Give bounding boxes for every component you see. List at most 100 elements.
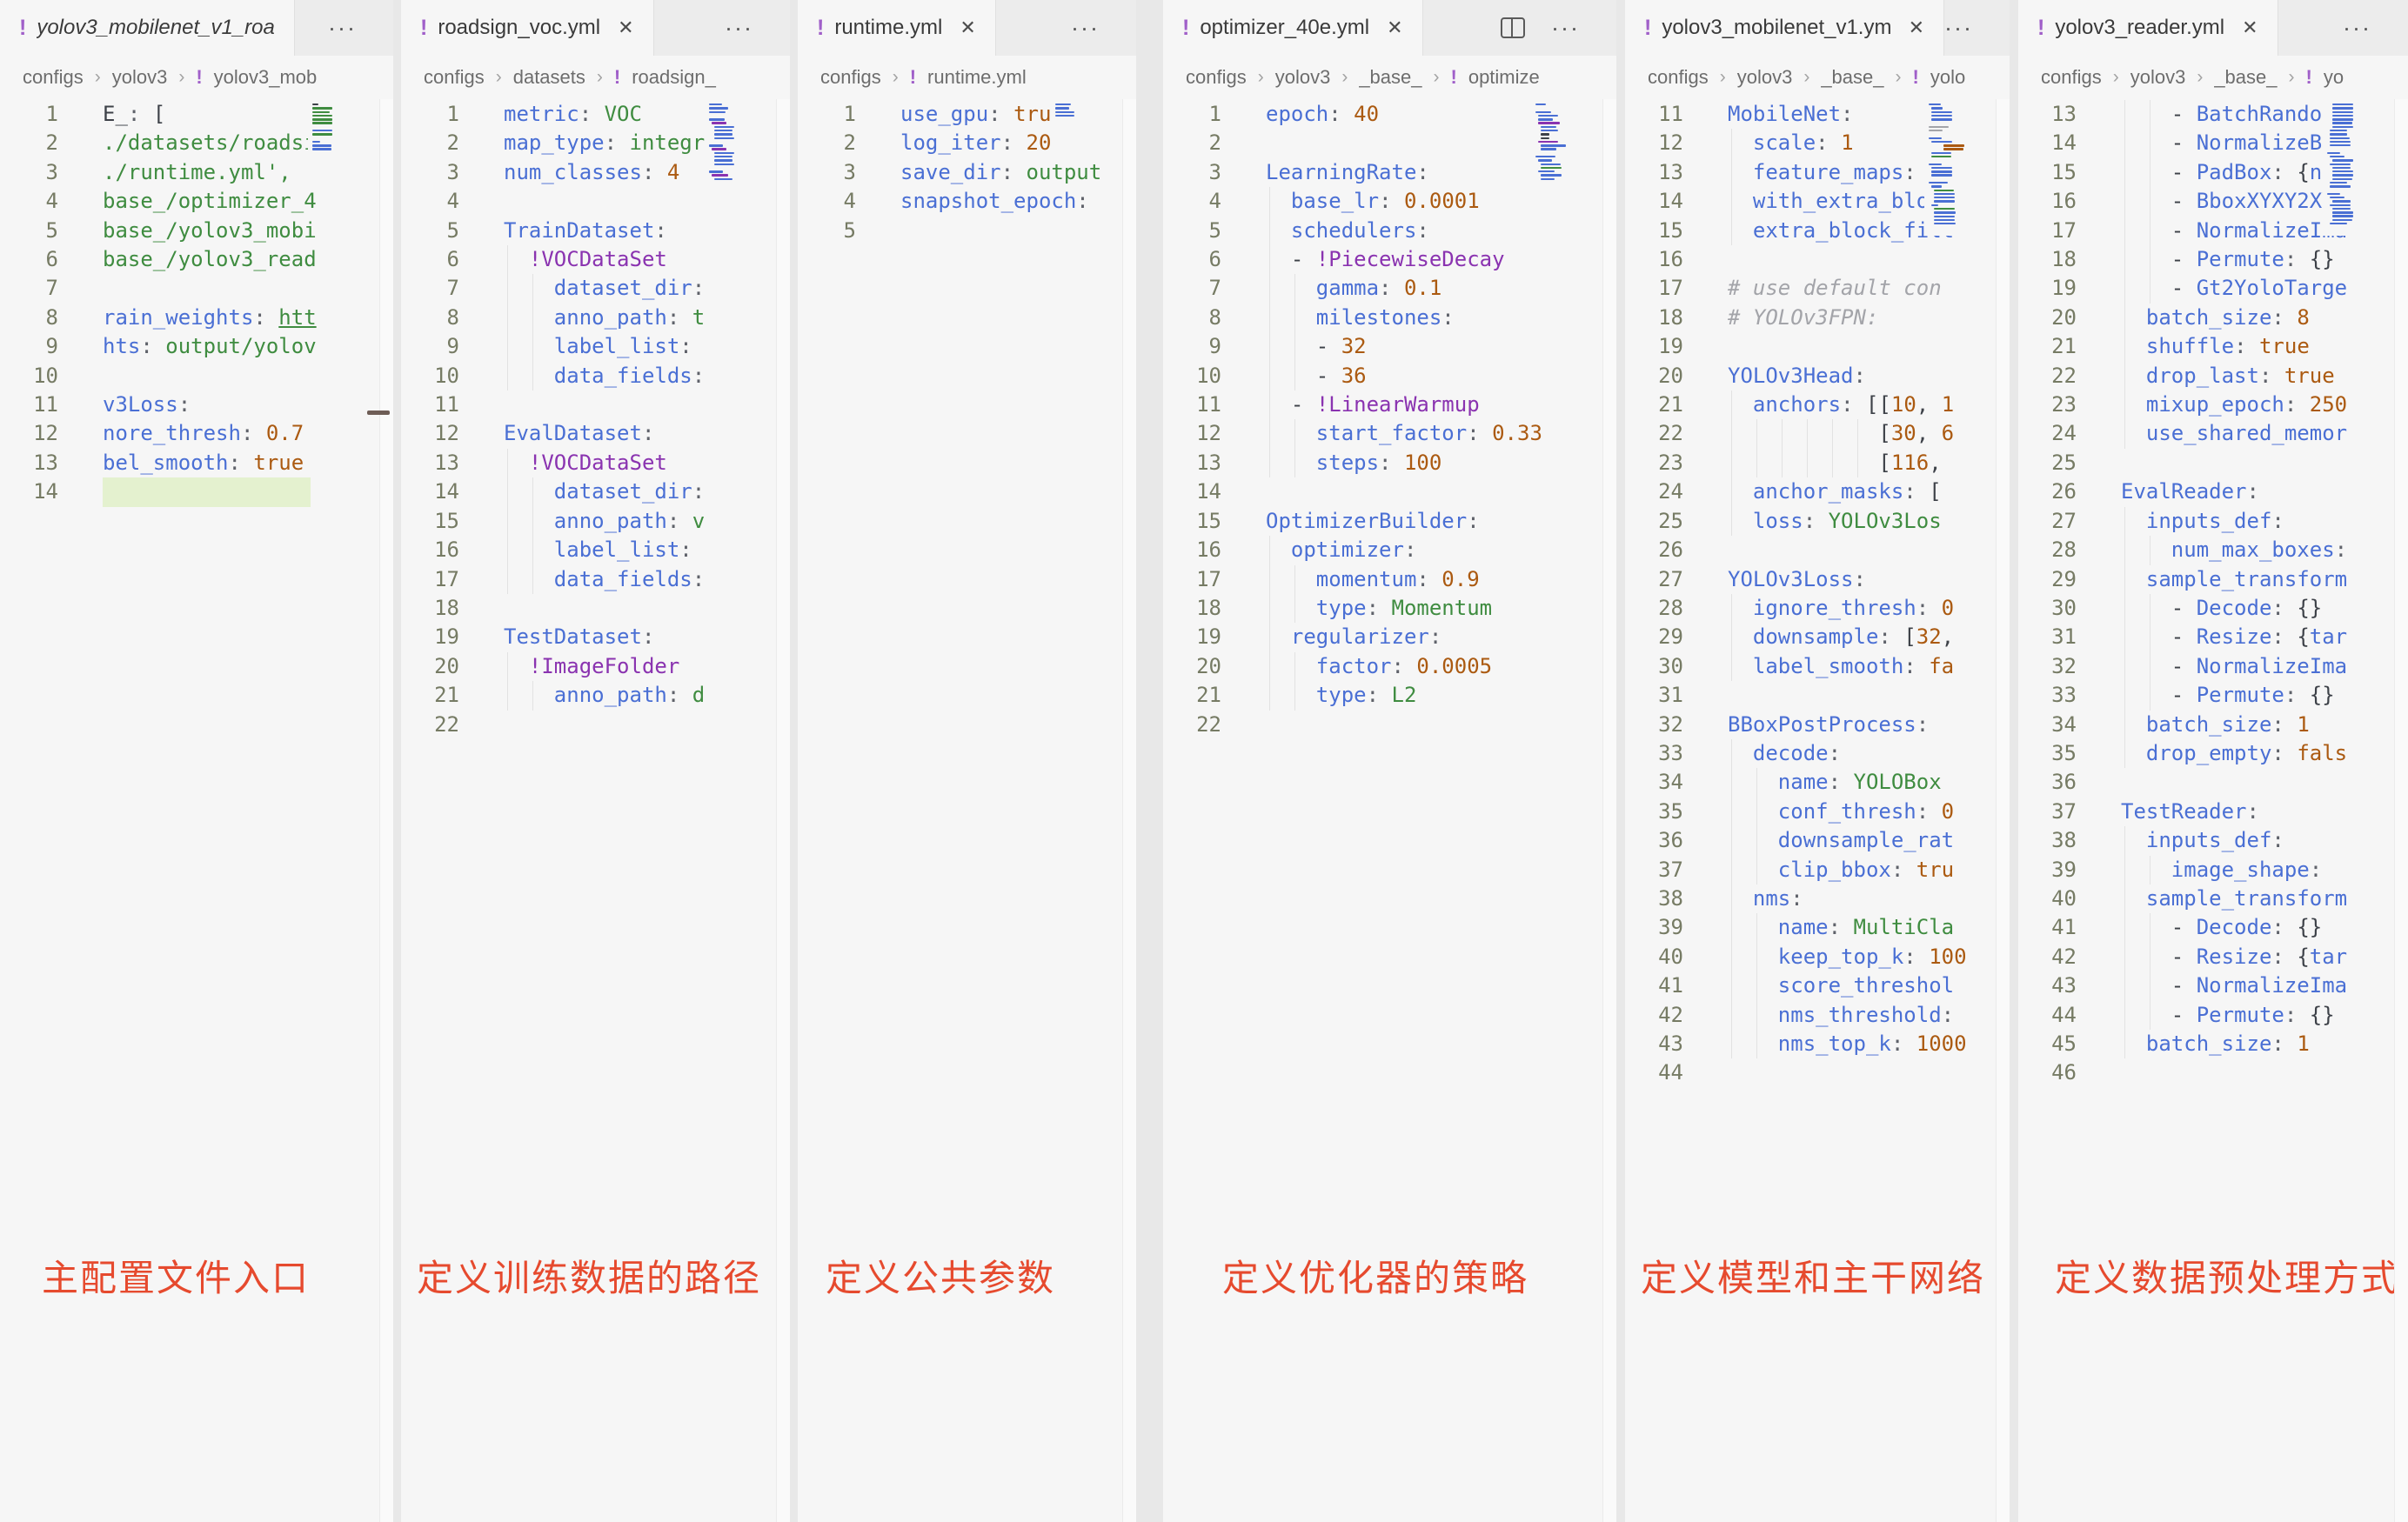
code-line[interactable]: 20YOLOv3Head:: [1625, 362, 2010, 391]
line-number[interactable]: 14: [1625, 187, 1683, 216]
code-line[interactable]: 42 nms_threshold:: [1625, 1001, 2010, 1030]
line-number[interactable]: 42: [1625, 1001, 1683, 1030]
line-number[interactable]: 36: [1625, 826, 1683, 855]
line-number[interactable]: 28: [2018, 536, 2077, 564]
scrollbar[interactable]: [2394, 99, 2408, 1522]
line-number[interactable]: 18: [1625, 304, 1683, 332]
line-number[interactable]: 6: [0, 245, 58, 274]
code-line[interactable]: 4snapshot_epoch:: [798, 187, 1136, 216]
line-number[interactable]: 5: [0, 217, 58, 245]
code-line[interactable]: 35 conf_thresh: 0: [1625, 798, 2010, 826]
scrollbar[interactable]: [1602, 99, 1616, 1522]
more-actions-icon[interactable]: ···: [1551, 15, 1580, 42]
line-number[interactable]: 3: [0, 158, 58, 187]
line-number[interactable]: 41: [1625, 971, 1683, 1000]
code-line[interactable]: 19: [1625, 332, 2010, 361]
code-line[interactable]: 29 downsample: [32,: [1625, 623, 2010, 651]
code-line[interactable]: 5: [798, 217, 1136, 245]
line-number[interactable]: 34: [2018, 711, 2077, 739]
line-number[interactable]: 3: [401, 158, 459, 187]
code-line[interactable]: 43 nms_top_k: 1000: [1625, 1030, 2010, 1058]
code-line[interactable]: 3save_dir: output: [798, 158, 1136, 187]
code-line[interactable]: 35 drop_empty: fals: [2018, 739, 2408, 768]
breadcrumb-item[interactable]: yolov3: [112, 66, 168, 89]
tab-yolov3_mobilenet_v1.yml[interactable]: !yolov3_mobilenet_v1.yml✕: [1625, 0, 1944, 56]
tab-yolov3_mobilenet_v1_roa[interactable]: !yolov3_mobilenet_v1_roa: [0, 0, 295, 56]
breadcrumb-item[interactable]: configs: [1648, 66, 1709, 89]
code-line[interactable]: 32 - NormalizeIma: [2018, 652, 2408, 681]
code-line[interactable]: 9hts: output/yolov: [0, 332, 393, 361]
line-number[interactable]: 22: [1625, 419, 1683, 448]
code-line[interactable]: 37 clip_bbox: tru: [1625, 856, 2010, 884]
close-icon[interactable]: ✕: [1909, 17, 1924, 39]
close-icon[interactable]: ✕: [1387, 17, 1402, 39]
tab-roadsign_voc.yml[interactable]: !roadsign_voc.yml✕: [401, 0, 654, 56]
code-line[interactable]: 10 data_fields:: [401, 362, 790, 391]
line-number[interactable]: 4: [1163, 187, 1221, 216]
line-number[interactable]: 42: [2018, 943, 2077, 971]
line-number[interactable]: 21: [1625, 391, 1683, 419]
breadcrumb-item[interactable]: yolov3: [2130, 66, 2186, 89]
line-number[interactable]: 5: [798, 217, 856, 245]
line-number[interactable]: 17: [401, 565, 459, 594]
code-line[interactable]: 8 anno_path: t: [401, 304, 790, 332]
code-line[interactable]: 38 inputs_def:: [2018, 826, 2408, 855]
minimap[interactable]: [705, 101, 777, 190]
code-line[interactable]: 29 sample_transform: [2018, 565, 2408, 594]
minimap[interactable]: [1531, 101, 1603, 190]
line-number[interactable]: 17: [2018, 217, 2077, 245]
more-actions-icon[interactable]: ···: [328, 15, 357, 42]
line-number[interactable]: 15: [1625, 217, 1683, 245]
line-number[interactable]: 12: [1625, 129, 1683, 157]
line-number[interactable]: 46: [2018, 1058, 2077, 1087]
line-number[interactable]: 24: [1625, 477, 1683, 506]
breadcrumb-file[interactable]: yo: [2324, 66, 2344, 89]
code-line[interactable]: 17 data_fields:: [401, 565, 790, 594]
code-line[interactable]: 21 anno_path: d: [401, 681, 790, 710]
breadcrumb-item[interactable]: yolov3: [1275, 66, 1331, 89]
line-number[interactable]: 20: [1625, 362, 1683, 391]
code-area[interactable]: 11MobileNet:12 scale: 113 feature_maps: …: [1625, 99, 2010, 1522]
code-line[interactable]: 21 shuffle: true: [2018, 332, 2408, 361]
more-actions-icon[interactable]: ···: [1071, 15, 1100, 42]
line-number[interactable]: 14: [401, 477, 459, 506]
line-number[interactable]: 14: [1163, 477, 1221, 506]
code-line[interactable]: 16: [1625, 245, 2010, 274]
code-line[interactable]: 34 name: YOLOBox: [1625, 768, 2010, 797]
line-number[interactable]: 4: [401, 187, 459, 216]
line-number[interactable]: 11: [1163, 391, 1221, 419]
code-line[interactable]: 25: [2018, 449, 2408, 477]
code-line[interactable]: 30 label_smooth: fa: [1625, 652, 2010, 681]
code-line[interactable]: 38 nms:: [1625, 884, 2010, 913]
line-number[interactable]: 11: [401, 391, 459, 419]
minimap[interactable]: [1051, 101, 1123, 127]
line-number[interactable]: 19: [2018, 274, 2077, 303]
code-line[interactable]: 4 base_lr: 0.0001: [1163, 187, 1616, 216]
code-line[interactable]: 41 score_threshol: [1625, 971, 2010, 1000]
line-number[interactable]: 20: [401, 652, 459, 681]
more-actions-icon[interactable]: ···: [2343, 15, 2371, 42]
line-number[interactable]: 29: [1625, 623, 1683, 651]
line-number[interactable]: 7: [0, 274, 58, 303]
line-number[interactable]: 8: [1163, 304, 1221, 332]
code-area[interactable]: 1metric: VOC2map_type: integr3num_classe…: [401, 99, 790, 1522]
code-line[interactable]: 15 anno_path: v: [401, 507, 790, 536]
line-number[interactable]: 38: [1625, 884, 1683, 913]
code-line[interactable]: 15OptimizerBuilder:: [1163, 507, 1616, 536]
minimap[interactable]: [308, 101, 380, 161]
line-number[interactable]: 14: [0, 477, 58, 506]
line-number[interactable]: 13: [1625, 158, 1683, 187]
scrollbar[interactable]: [1122, 99, 1136, 1522]
line-number[interactable]: 18: [2018, 245, 2077, 274]
line-number[interactable]: 17: [1625, 274, 1683, 303]
line-number[interactable]: 38: [2018, 826, 2077, 855]
line-number[interactable]: 31: [1625, 681, 1683, 710]
line-number[interactable]: 4: [798, 187, 856, 216]
breadcrumb-item[interactable]: _base_: [1359, 66, 1421, 89]
line-number[interactable]: 16: [2018, 187, 2077, 216]
line-number[interactable]: 12: [1163, 419, 1221, 448]
code-line[interactable]: 18 - Permute: {}: [2018, 245, 2408, 274]
code-line[interactable]: 22: [401, 711, 790, 739]
code-line[interactable]: 33 - Permute: {}: [2018, 681, 2408, 710]
line-number[interactable]: 44: [2018, 1001, 2077, 1030]
